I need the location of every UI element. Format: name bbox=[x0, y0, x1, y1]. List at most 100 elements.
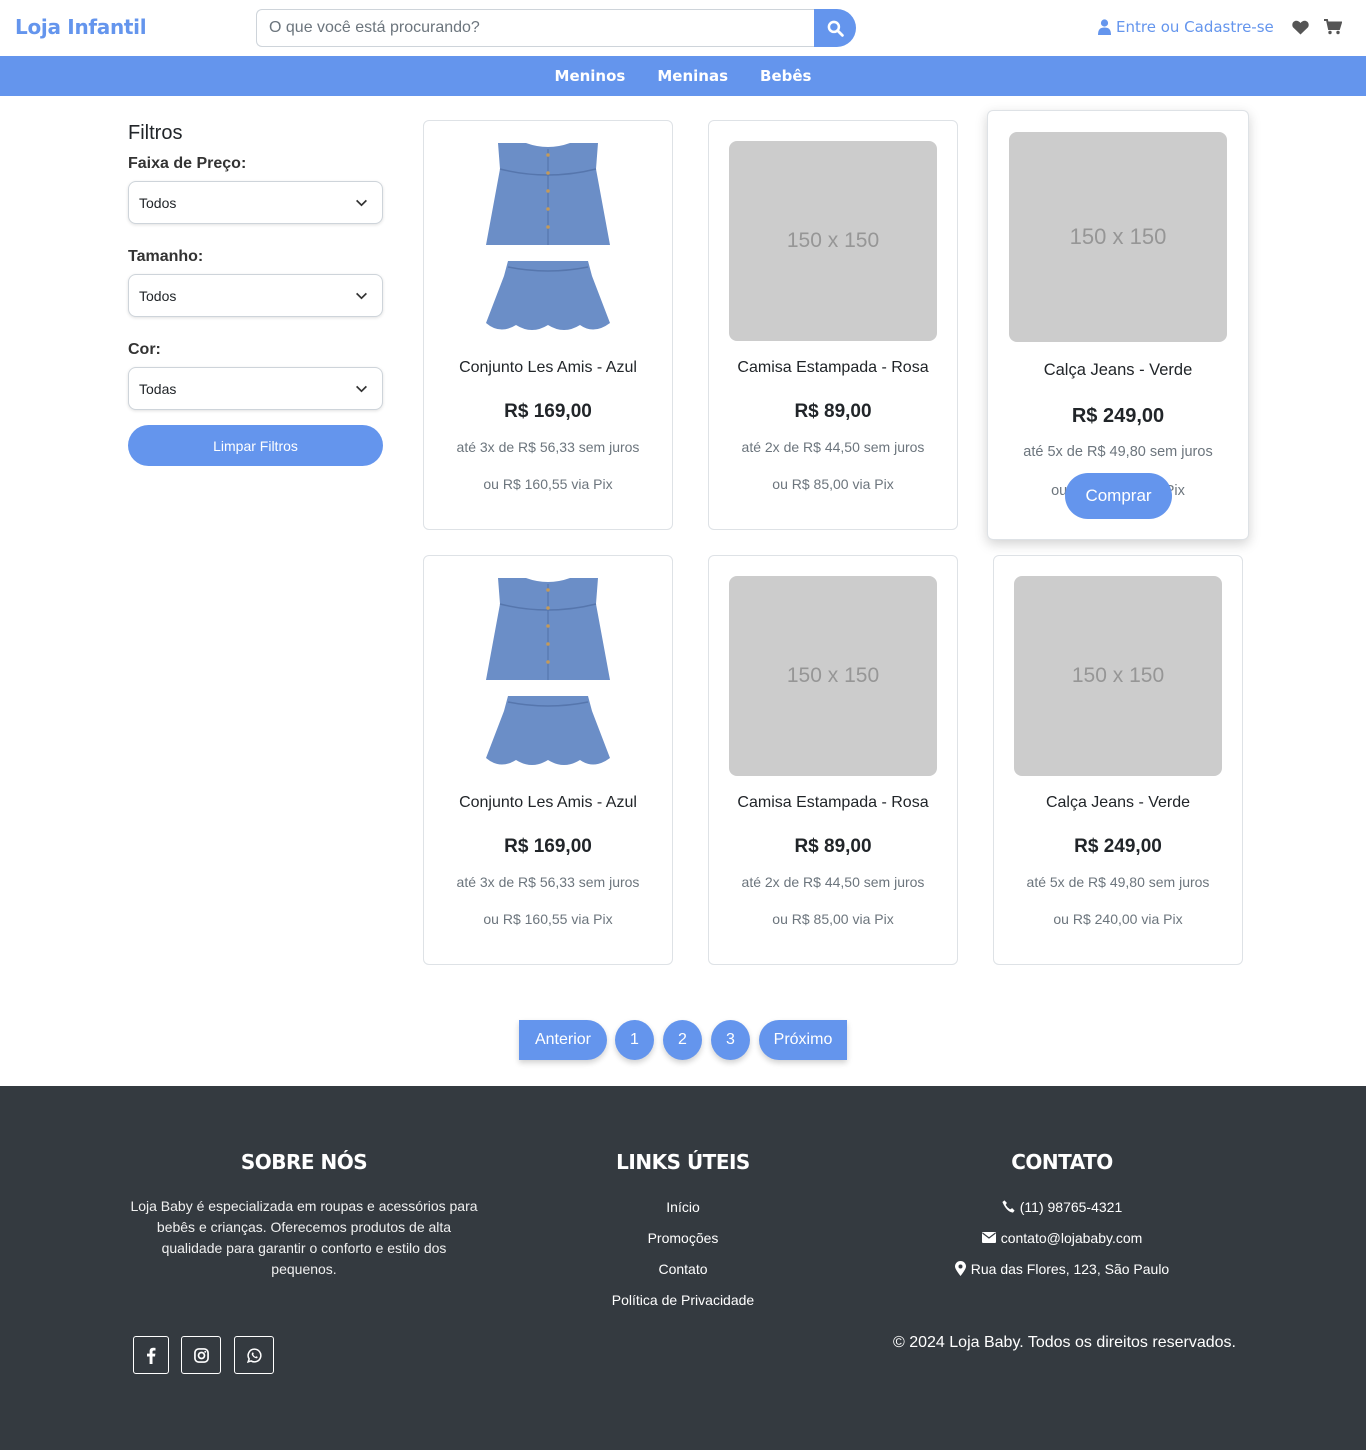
search-icon bbox=[827, 20, 844, 37]
product-name[interactable]: Calça Jeans - Verde bbox=[994, 794, 1242, 812]
product-image-placeholder[interactable]: 150 x 150 bbox=[1014, 576, 1222, 776]
product-installments: até 5x de R$ 49,80 sem juros bbox=[1026, 874, 1210, 890]
site-footer: SOBRE NÓS Loja Baby é especializada em r… bbox=[0, 1086, 1366, 1450]
footer-address: Rua das Flores, 123, São Paulo bbox=[886, 1258, 1238, 1279]
product-price: R$ 169,00 bbox=[504, 836, 592, 857]
product-price: R$ 89,00 bbox=[794, 836, 872, 857]
footer-contact-title: CONTATO bbox=[1011, 1150, 1113, 1174]
user-icon bbox=[1098, 19, 1111, 35]
login-label: Entre ou Cadastre-se bbox=[1116, 18, 1274, 36]
chevron-down-icon bbox=[356, 292, 367, 300]
footer-phone: (11) 98765-4321 bbox=[886, 1196, 1238, 1217]
copyright-text: © 2024 Loja Baby. Todos os direitos rese… bbox=[893, 1334, 1236, 1351]
instagram-button[interactable] bbox=[181, 1336, 221, 1374]
product-pix-price: ou R$ 240,00 via Pix bbox=[1053, 911, 1183, 927]
cart-icon bbox=[1324, 19, 1342, 35]
site-header: Loja Infantil Entre ou Cadastre-se bbox=[0, 0, 1366, 56]
login-link[interactable]: Entre ou Cadastre-se bbox=[1098, 18, 1274, 36]
product-pix-price: ou R$ 85,00 via Pix bbox=[772, 911, 894, 927]
search-bar bbox=[256, 9, 856, 47]
search-button[interactable] bbox=[814, 9, 856, 47]
footer-about: SOBRE NÓS Loja Baby é especializada em r… bbox=[128, 1086, 480, 1280]
whatsapp-icon bbox=[246, 1347, 262, 1363]
footer-email: contato@lojababy.com bbox=[886, 1227, 1238, 1248]
product-price: R$ 169,00 bbox=[504, 401, 592, 422]
filters-title: Filtros bbox=[128, 122, 183, 144]
product-price: R$ 249,00 bbox=[1071, 405, 1165, 427]
footer-links: LINKS ÚTEIS Início Promoções Contato Pol… bbox=[506, 1086, 860, 1320]
wishlist-button[interactable] bbox=[1291, 18, 1309, 36]
product-pix-price: ou R$ 85,00 via Pix bbox=[772, 476, 894, 492]
footer-email-text[interactable]: contato@lojababy.com bbox=[1001, 1230, 1143, 1246]
product-installments: até 5x de R$ 49,80 sem juros bbox=[1023, 444, 1213, 460]
size-filter-select[interactable]: Todos bbox=[128, 274, 383, 317]
footer-contact: CONTATO (11) 98765-4321 contato@lojababy… bbox=[886, 1086, 1238, 1289]
footer-link-contato[interactable]: Contato bbox=[506, 1258, 860, 1279]
search-input[interactable] bbox=[256, 9, 816, 47]
product-pix-price: ou R$ 160,55 via Pix bbox=[483, 476, 613, 492]
product-card[interactable]: 150 x 150 Calça Jeans - Verde R$ 249,00 … bbox=[993, 555, 1243, 965]
product-name[interactable]: Conjunto Les Amis - Azul bbox=[424, 794, 672, 812]
cart-button[interactable] bbox=[1324, 18, 1342, 36]
product-pix-price: ou R$ 160,55 via Pix bbox=[483, 911, 613, 927]
footer-link-privacidade[interactable]: Política de Privacidade bbox=[506, 1289, 860, 1310]
facebook-button[interactable] bbox=[133, 1336, 169, 1374]
product-installments: até 3x de R$ 56,33 sem juros bbox=[456, 874, 640, 890]
product-card[interactable]: Conjunto Les Amis - Azul R$ 169,00 até 3… bbox=[423, 555, 673, 965]
price-filter-select[interactable]: Todos bbox=[128, 181, 383, 224]
product-image[interactable] bbox=[444, 141, 652, 341]
product-name[interactable]: Camisa Estampada - Rosa bbox=[709, 359, 957, 377]
envelope-icon bbox=[981, 1232, 996, 1243]
footer-links-title: LINKS ÚTEIS bbox=[616, 1150, 750, 1174]
footer-about-text: Loja Baby é especializada em roupas e ac… bbox=[130, 1198, 478, 1277]
pagination-page-2[interactable]: 2 bbox=[663, 1020, 702, 1060]
product-image-placeholder[interactable]: 150 x 150 bbox=[1009, 132, 1227, 342]
product-name[interactable]: Conjunto Les Amis - Azul bbox=[424, 359, 672, 377]
nav-item-meninas[interactable]: Meninas bbox=[657, 67, 728, 85]
pagination-page-3[interactable]: 3 bbox=[711, 1020, 750, 1060]
filters-sidebar: Filtros Faixa de Preço: Todos Tamanho: T… bbox=[128, 122, 383, 466]
size-filter-label: Tamanho: bbox=[128, 248, 204, 265]
buy-button[interactable]: Comprar bbox=[1065, 473, 1172, 519]
instagram-icon bbox=[193, 1347, 209, 1363]
chevron-down-icon bbox=[356, 199, 367, 207]
nav-item-bebes[interactable]: Bebês bbox=[760, 67, 811, 85]
category-nav: Meninos Meninas Bebês bbox=[0, 56, 1366, 96]
brand-logo[interactable]: Loja Infantil bbox=[15, 15, 147, 39]
product-installments: até 2x de R$ 44,50 sem juros bbox=[741, 874, 925, 890]
product-image-placeholder[interactable]: 150 x 150 bbox=[729, 576, 937, 776]
footer-about-title: SOBRE NÓS bbox=[240, 1150, 368, 1174]
footer-link-inicio[interactable]: Início bbox=[506, 1196, 860, 1217]
phone-icon bbox=[1002, 1200, 1015, 1213]
clear-filters-button[interactable]: Limpar Filtros bbox=[128, 425, 383, 466]
price-filter-label: Faixa de Preço: bbox=[128, 155, 247, 172]
pagination-next-button[interactable]: Próximo bbox=[759, 1020, 847, 1060]
product-card[interactable]: 150 x 150 Camisa Estampada - Rosa R$ 89,… bbox=[708, 120, 958, 530]
product-card[interactable]: 150 x 150 Calça Jeans - Verde R$ 249,00 … bbox=[987, 110, 1249, 540]
whatsapp-button[interactable] bbox=[234, 1336, 274, 1374]
product-price: R$ 89,00 bbox=[794, 401, 872, 422]
pagination-prev-button[interactable]: Anterior bbox=[519, 1020, 607, 1060]
heart-icon bbox=[1291, 20, 1309, 34]
footer-phone-text: (11) 98765-4321 bbox=[1019, 1198, 1123, 1215]
color-filter-select[interactable]: Todas bbox=[128, 367, 383, 410]
facebook-icon bbox=[147, 1347, 156, 1364]
size-filter-value: Todos bbox=[139, 287, 177, 304]
chevron-down-icon bbox=[356, 385, 367, 393]
product-name[interactable]: Calça Jeans - Verde bbox=[988, 361, 1248, 380]
product-card[interactable]: Conjunto Les Amis - Azul R$ 169,00 até 3… bbox=[423, 120, 673, 530]
color-filter-value: Todas bbox=[139, 380, 177, 397]
price-filter-value: Todos bbox=[139, 194, 177, 211]
product-name[interactable]: Camisa Estampada - Rosa bbox=[709, 794, 957, 812]
color-filter-label: Cor: bbox=[128, 341, 161, 358]
footer-link-promocoes[interactable]: Promoções bbox=[506, 1227, 860, 1248]
pagination-page-1[interactable]: 1 bbox=[615, 1020, 654, 1060]
product-card[interactable]: 150 x 150 Camisa Estampada - Rosa R$ 89,… bbox=[708, 555, 958, 965]
nav-item-meninos[interactable]: Meninos bbox=[555, 67, 626, 85]
product-image[interactable] bbox=[444, 576, 652, 776]
map-marker-icon bbox=[954, 1261, 966, 1276]
product-image-placeholder[interactable]: 150 x 150 bbox=[729, 141, 937, 341]
product-installments: até 2x de R$ 44,50 sem juros bbox=[741, 439, 925, 455]
product-installments: até 3x de R$ 56,33 sem juros bbox=[456, 439, 640, 455]
product-price: R$ 249,00 bbox=[1074, 836, 1162, 857]
